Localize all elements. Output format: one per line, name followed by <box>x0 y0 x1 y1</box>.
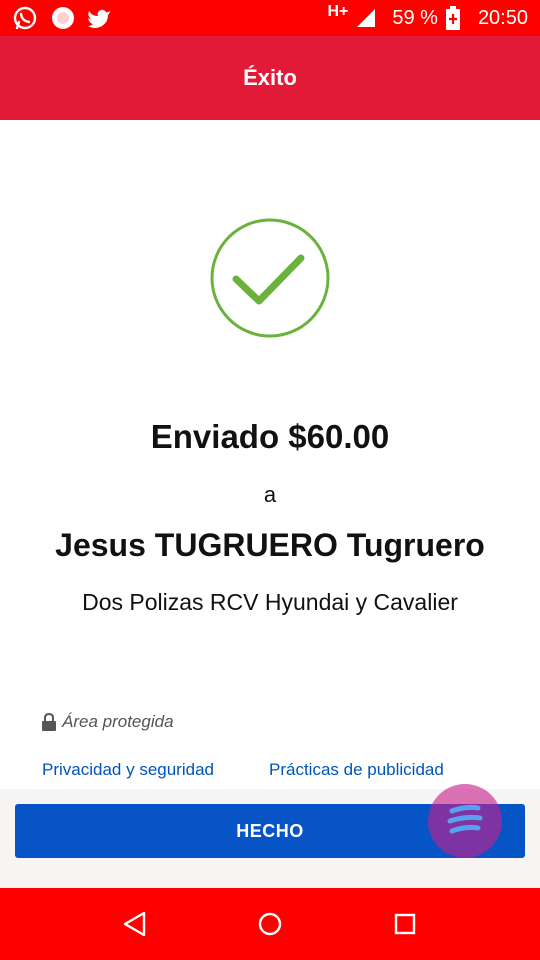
home-icon[interactable] <box>248 902 292 946</box>
protected-area: Área protegida <box>42 712 174 732</box>
status-bar: H+ 59 % 20:50 <box>0 0 540 36</box>
recipient-name: Jesus TUGRUERO Tugruero <box>55 527 485 563</box>
whatsapp-icon <box>13 6 37 30</box>
recents-icon[interactable] <box>383 902 427 946</box>
amount-sent: Enviado $60.00 <box>150 418 390 455</box>
signal-icon <box>357 9 376 27</box>
app-bar: Éxito <box>0 36 540 120</box>
privacy-link[interactable]: Privacidad y seguridad <box>42 760 214 780</box>
network-type: H+ <box>327 3 349 20</box>
battery-percent: 59 % <box>392 6 438 29</box>
circle-notification-icon <box>52 7 74 29</box>
status-indicators: H+ 59 % 20:50 <box>327 0 528 36</box>
to-label: a <box>263 482 277 507</box>
back-icon[interactable] <box>113 902 157 946</box>
navigation-bar <box>0 888 540 960</box>
floating-chat-bubble[interactable] <box>428 784 502 858</box>
success-check-icon <box>210 218 330 338</box>
lock-icon <box>42 713 56 731</box>
ad-practices-link[interactable]: Prácticas de publicidad <box>269 760 444 780</box>
payment-concept: Dos Polizas RCV Hyundai y Cavalier <box>82 589 458 615</box>
stripes-icon <box>447 804 483 834</box>
protected-label: Área protegida <box>62 712 174 731</box>
battery-charging-icon <box>445 6 460 30</box>
page-title: Éxito <box>243 65 297 90</box>
twitter-icon <box>88 9 110 28</box>
clock: 20:50 <box>477 6 528 29</box>
